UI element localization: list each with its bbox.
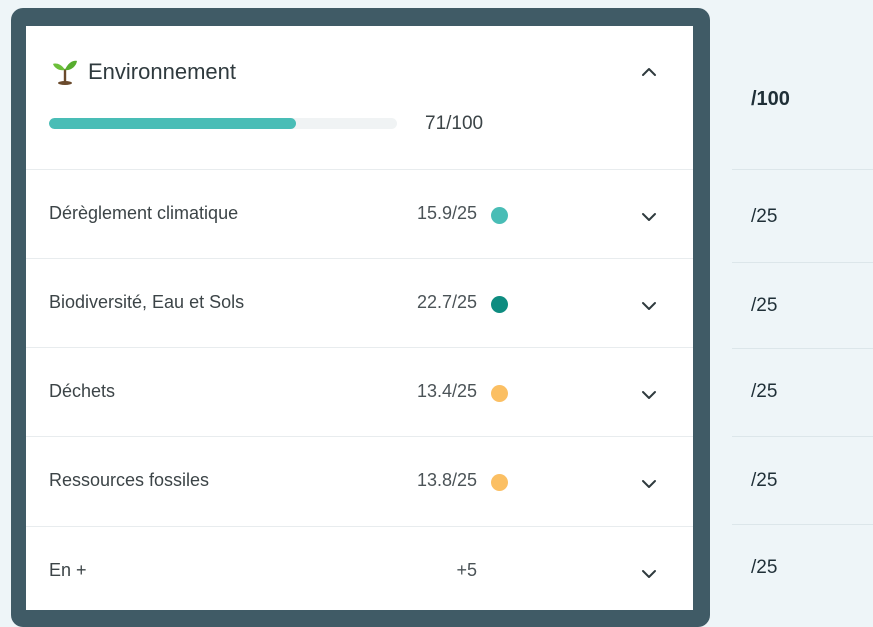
side-column-header-cell: /100 — [732, 26, 873, 170]
criterion-score: 13.8/25 — [416, 470, 477, 490]
side-column-cell: /25 — [732, 170, 873, 263]
side-column-header: /100 — [751, 88, 790, 110]
status-dot — [491, 474, 508, 491]
chevron-up-icon[interactable] — [640, 63, 658, 81]
side-column-value: /25 — [751, 557, 778, 578]
section-score: 71/100 — [425, 113, 484, 134]
chevron-down-icon[interactable] — [640, 386, 658, 404]
criterion-row-bonus[interactable]: En + +5 — [26, 526, 693, 610]
sprout-icon — [51, 57, 79, 85]
status-dot — [491, 296, 508, 313]
side-column-value: /25 — [751, 470, 778, 491]
criterion-row-fossil-resources[interactable]: Ressources fossiles 13.8/25 — [26, 436, 693, 526]
chevron-down-icon[interactable] — [640, 565, 658, 583]
status-dot — [491, 385, 508, 402]
criterion-label: Dérèglement climatique — [49, 203, 239, 223]
side-column-value: /25 — [751, 295, 778, 316]
side-column-value: /25 — [751, 206, 778, 227]
criterion-row-climate[interactable]: Dérèglement climatique 15.9/25 — [26, 169, 693, 259]
criterion-label: Déchets — [49, 381, 116, 401]
score-progress-fill — [49, 118, 297, 129]
side-column-cell: /25 — [732, 263, 873, 349]
criterion-score: 22.7/25 — [416, 292, 477, 312]
criterion-label: Ressources fossiles — [49, 470, 210, 490]
criterion-score: 15.9/25 — [416, 203, 477, 223]
side-column-cell: /25 — [732, 349, 873, 437]
criterion-score: 13.4/25 — [416, 381, 477, 401]
criterion-label: En + — [49, 560, 87, 580]
score-progress-bar — [49, 118, 397, 129]
criterion-label: Biodiversité, Eau et Sols — [49, 292, 245, 312]
environment-header[interactable]: Environnement 71/100 — [26, 26, 693, 169]
chevron-down-icon[interactable] — [640, 475, 658, 493]
side-column-cell: /25 — [732, 437, 873, 525]
chevron-down-icon[interactable] — [640, 297, 658, 315]
side-column-cell: /25 — [732, 525, 873, 613]
criterion-row-biodiversity[interactable]: Biodiversité, Eau et Sols 22.7/25 — [26, 258, 693, 348]
chevron-down-icon[interactable] — [640, 208, 658, 226]
environment-card: Environnement 71/100 Dérèglement climati… — [26, 26, 693, 610]
side-column-value: /25 — [751, 381, 778, 402]
criterion-score: +5 — [456, 560, 477, 580]
criterion-row-waste[interactable]: Déchets 13.4/25 — [26, 347, 693, 437]
section-title: Environnement — [88, 59, 236, 84]
status-dot — [491, 207, 508, 224]
